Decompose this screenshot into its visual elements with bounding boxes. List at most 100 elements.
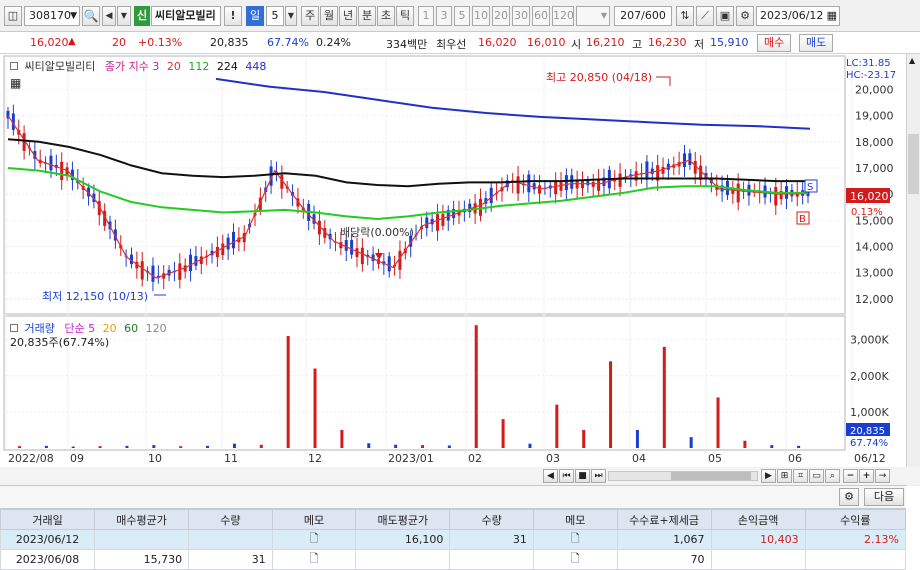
minute-option-3[interactable]: 3 xyxy=(436,6,452,26)
header-sell-qty[interactable]: 수량 xyxy=(449,509,534,530)
arrow-right-icon[interactable]: → xyxy=(875,469,890,483)
stock-code-text: 308170 xyxy=(29,9,71,22)
volume-bar xyxy=(179,446,183,448)
period-tick-tab[interactable]: 틱 xyxy=(396,6,414,26)
chevron-down-icon[interactable]: ▼ xyxy=(70,7,77,25)
period-value-field[interactable]: 5 xyxy=(266,6,284,26)
header-sell-avg[interactable]: 매도평균가 xyxy=(355,509,451,530)
minute-option-1[interactable]: 1 xyxy=(418,6,434,26)
settings-gear-icon[interactable]: ⚙ xyxy=(736,6,754,26)
minute-option-20[interactable]: 20 xyxy=(492,6,510,26)
minute-option-30[interactable]: 30 xyxy=(512,6,530,26)
minute-option-5[interactable]: 5 xyxy=(454,6,470,26)
header-return[interactable]: 수익률 xyxy=(804,509,907,530)
header-pnl[interactable]: 손익금액 xyxy=(710,509,806,530)
chart-scroll-thumb[interactable] xyxy=(671,472,751,480)
scroll-left-icon[interactable]: ◀ xyxy=(543,469,558,483)
list-settings-gear-icon[interactable]: ⚙ xyxy=(839,488,859,506)
chart-scroll-track[interactable] xyxy=(608,471,758,481)
stock-code-input[interactable]: 308170 ▼ xyxy=(24,6,80,26)
period-year-tab[interactable]: 년 xyxy=(339,6,357,26)
period-week-tab[interactable]: 주 xyxy=(301,6,319,26)
stop-icon[interactable]: ■ xyxy=(575,469,590,483)
low-price: 15,910 xyxy=(710,36,749,49)
header-buy-memo[interactable]: 메모 xyxy=(271,509,357,530)
legend-ma448[interactable]: 448 xyxy=(245,60,266,73)
period-chevron-icon[interactable]: ▼ xyxy=(285,6,297,26)
volume-bar xyxy=(259,444,263,448)
period-month-tab[interactable]: 월 xyxy=(320,6,338,26)
search-icon[interactable]: 🔍 xyxy=(82,6,100,26)
candle-body xyxy=(441,214,445,226)
minute-option-60[interactable]: 60 xyxy=(532,6,550,26)
calendar-icon[interactable]: ▦ xyxy=(827,7,837,25)
zoom-area-icon[interactable]: ⌗ xyxy=(793,469,808,483)
price-legend: 씨티알모빌리티 종가 지수 3 20 112 224 448 xyxy=(10,58,266,74)
candle-body xyxy=(683,153,687,167)
legend-stock-name[interactable]: 씨티알모빌리티 xyxy=(25,60,96,73)
alert-button[interactable]: ! xyxy=(224,6,242,26)
previous-stock-arrow-icon[interactable]: ▼ xyxy=(117,6,131,26)
volume-legend-ma120[interactable]: 120 xyxy=(146,322,167,335)
scroll-right-icon[interactable]: ▶ xyxy=(761,469,776,483)
volume-legend-box-icon[interactable] xyxy=(10,324,18,332)
scroll-up-icon[interactable]: ▲ xyxy=(909,56,919,66)
candle-body xyxy=(516,176,520,194)
chart-menu-icon[interactable]: ◫ xyxy=(4,6,22,26)
legend-ma-label[interactable]: 종가 지수 3 xyxy=(105,60,159,73)
zoom-out-icon[interactable]: + xyxy=(859,469,874,483)
trade-list-toolbar: ⚙ 다음 xyxy=(0,485,906,509)
stock-name: 씨티알모빌리 xyxy=(151,6,221,26)
grid-toggle-icon[interactable]: ⊞ xyxy=(777,469,792,483)
chart-area[interactable]: 12,00013,00014,00015,00016,00017,00018,0… xyxy=(0,54,920,466)
jump-end-icon[interactable]: ⏭ xyxy=(591,469,606,483)
date-axis: 2022/08 09 10 11 12 2023/01 02 03 04 05 06 06/12 xyxy=(8,452,886,465)
zoom-fit-icon[interactable]: ▭ xyxy=(809,469,824,483)
custom-period-field[interactable]: ▼ xyxy=(576,6,610,26)
date-tick-label: 2023/01 xyxy=(388,452,434,465)
header-fees[interactable]: 수수료+제세금 xyxy=(616,509,712,530)
data-range-field[interactable]: 207/600 xyxy=(614,6,672,26)
legend-ma20[interactable]: 20 xyxy=(167,60,181,73)
buy-button[interactable]: 매수 xyxy=(757,34,792,52)
period-second-tab[interactable]: 초 xyxy=(377,6,395,26)
minute-option-120[interactable]: 120 xyxy=(552,6,574,26)
custom-period-chevron-icon[interactable]: ▼ xyxy=(601,7,607,25)
period-day-tab[interactable]: 일 xyxy=(246,6,264,26)
jump-start-icon[interactable]: ⏮ xyxy=(559,469,574,483)
next-button[interactable]: 다음 xyxy=(864,488,904,506)
minute-option-10[interactable]: 10 xyxy=(472,6,490,26)
period-minute-tab[interactable]: 분 xyxy=(358,6,376,26)
date-input[interactable]: 2023/06/12 ▦ xyxy=(756,6,840,26)
volume-bar xyxy=(528,443,532,448)
sell-memo-icon[interactable]: 🗋 xyxy=(532,529,618,550)
chart-canvas[interactable]: 12,00013,00014,00015,00016,00017,00018,0… xyxy=(0,54,906,466)
draw-line-icon[interactable]: ⟋ xyxy=(696,6,714,26)
legend-ma112[interactable]: 112 xyxy=(188,60,209,73)
compare-chart-icon[interactable]: ⇅ xyxy=(676,6,694,26)
zoom-in-icon[interactable]: − xyxy=(843,469,858,483)
candle-grid-icon[interactable]: ▦ xyxy=(10,76,21,90)
scroll-thumb[interactable] xyxy=(908,134,919,194)
buy-memo-icon[interactable]: 🗋 xyxy=(271,529,357,550)
volume-bar xyxy=(555,404,559,448)
sell-button[interactable]: 매도 xyxy=(799,34,834,52)
header-buy-qty[interactable]: 수량 xyxy=(188,509,273,530)
cell-return: 2.13% xyxy=(804,529,907,550)
candle-body xyxy=(618,173,622,187)
candle-body xyxy=(597,179,601,191)
right-scrollbar[interactable]: ▲ xyxy=(906,54,920,486)
save-icon[interactable]: ▣ xyxy=(716,6,734,26)
volume-legend-ma60[interactable]: 60 xyxy=(124,322,138,335)
header-sell-memo[interactable]: 메모 xyxy=(532,509,618,530)
volume-bar xyxy=(367,443,371,448)
candle-body xyxy=(436,214,440,231)
legend-ma224[interactable]: 224 xyxy=(217,60,238,73)
header-trade-date[interactable]: 거래일 xyxy=(0,509,96,530)
legend-box-icon[interactable] xyxy=(10,62,18,70)
table-row[interactable]: 2023/06/12 🗋 16,100 31 🗋 1,067 10,403 2.… xyxy=(0,529,907,550)
volume-tag: 20,835 xyxy=(850,426,885,437)
speaker-icon[interactable]: ◀ xyxy=(102,6,116,26)
magnifier-icon[interactable]: ⌕ xyxy=(825,469,840,483)
header-buy-avg[interactable]: 매수평균가 xyxy=(94,509,190,530)
